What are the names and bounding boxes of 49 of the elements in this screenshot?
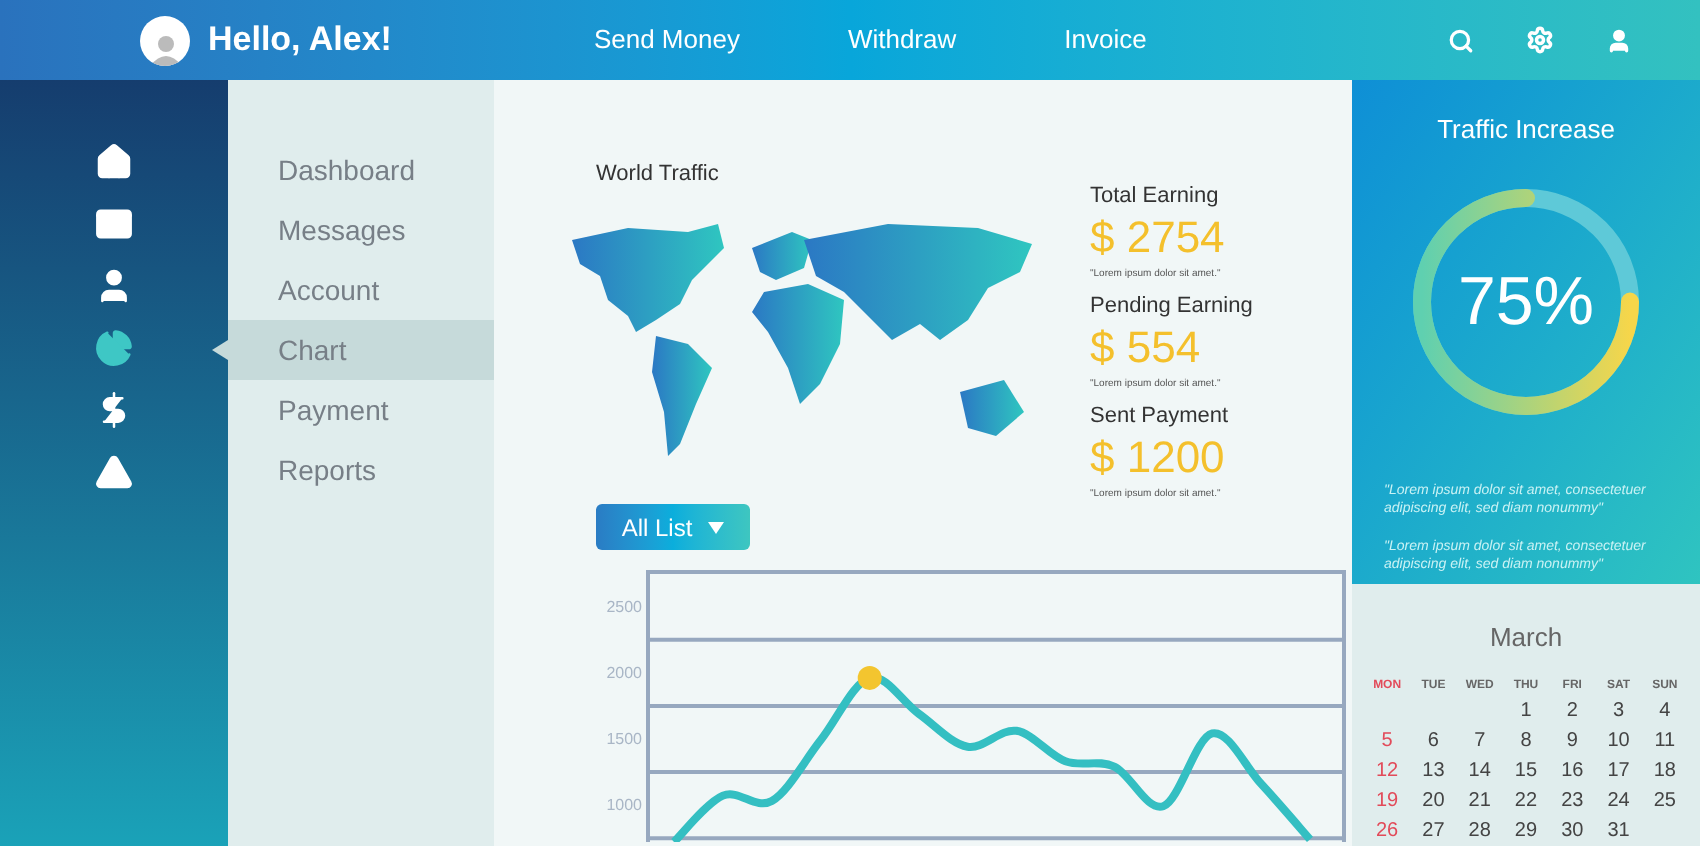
axis-label: 1000 <box>606 796 642 817</box>
axis-label: 2500 <box>606 597 642 618</box>
calendar-day[interactable]: 23 <box>1549 786 1596 816</box>
calendar-day[interactable]: 22 <box>1502 786 1550 816</box>
calendar-day[interactable]: 15 <box>1502 756 1550 786</box>
calendar-day[interactable]: 1 <box>1502 696 1550 726</box>
calendar-day[interactable]: 7 <box>1456 726 1503 756</box>
axis-label: 1500 <box>606 730 642 751</box>
peak-marker <box>857 665 882 690</box>
calendar-day[interactable]: 6 <box>1410 726 1457 756</box>
calendar-day[interactable]: 28 <box>1456 816 1503 846</box>
calendar-day[interactable]: 29 <box>1502 816 1550 846</box>
stat-label: Pending Earning <box>1090 292 1253 320</box>
calendar-day[interactable]: 21 <box>1456 786 1503 816</box>
calendar-month: March <box>1489 619 1563 655</box>
calendar-day[interactable]: 3 <box>1595 696 1642 726</box>
calendar-day[interactable]: 20 <box>1410 786 1457 816</box>
traffic-title: Traffic Increase <box>1437 112 1615 148</box>
warning-icon[interactable] <box>94 452 134 492</box>
calendar-day[interactable]: 4 <box>1641 696 1688 726</box>
stat-label: Total Earning <box>1090 182 1221 210</box>
calendar-day[interactable]: 11 <box>1641 726 1688 756</box>
pie-chart-icon[interactable] <box>94 328 134 368</box>
stat-label: Sent Payment <box>1090 402 1231 430</box>
calendar-day[interactable]: 17 <box>1595 756 1642 786</box>
calendar-day[interactable]: 31 <box>1595 816 1642 846</box>
stat-amount: $ 2754 <box>1090 210 1227 266</box>
calendar-day[interactable]: 16 <box>1549 756 1596 786</box>
calendar-day[interactable]: 9 <box>1549 726 1596 756</box>
calendar-day[interactable]: 30 <box>1549 816 1596 846</box>
home-icon[interactable] <box>94 142 134 182</box>
map-title: World Traffic <box>596 160 721 190</box>
calendar-day[interactable]: 13 <box>1410 756 1457 786</box>
greeting: Hello, Alex! <box>208 18 392 63</box>
axis-label: 2000 <box>606 663 642 684</box>
calendar-day[interactable]: 25 <box>1641 786 1688 816</box>
calendar-day[interactable]: 18 <box>1641 756 1688 786</box>
avatar <box>140 15 190 65</box>
stat-amount: $ 1200 <box>1090 430 1227 486</box>
calendar-day[interactable]: 10 <box>1595 726 1642 756</box>
calendar-day[interactable]: 24 <box>1595 786 1642 816</box>
calendar-day[interactable]: 2 <box>1549 696 1596 726</box>
calendar-day[interactable]: 27 <box>1410 816 1457 846</box>
percent-reading: 75% <box>1457 263 1595 339</box>
pointer-icon <box>212 340 228 360</box>
calendar-day[interactable]: 14 <box>1456 756 1503 786</box>
caret-icon <box>708 521 725 533</box>
calendar-day[interactable]: 8 <box>1502 726 1550 756</box>
stat-amount: $ 554 <box>1090 320 1203 376</box>
